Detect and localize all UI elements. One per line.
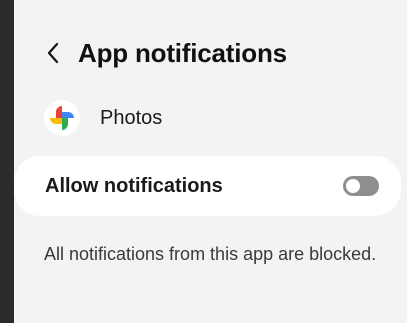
google-photos-pinwheel-icon xyxy=(50,106,74,130)
header: App notifications xyxy=(14,30,394,76)
chevron-left-icon xyxy=(47,42,59,64)
photos-app-icon xyxy=(44,100,80,136)
allow-notifications-toggle[interactable] xyxy=(343,176,379,196)
allow-notifications-label: Allow notifications xyxy=(45,174,223,197)
blocked-description: All notifications from this app are bloc… xyxy=(44,244,377,264)
app-info-row: Photos xyxy=(44,100,162,136)
app-name: Photos xyxy=(100,106,163,129)
back-button[interactable] xyxy=(34,30,72,76)
allow-notifications-row[interactable]: Allow notifications xyxy=(14,156,401,216)
app-notifications-screen: App notifications Photos Allow notificat… xyxy=(14,0,407,323)
toggle-knob xyxy=(346,179,360,193)
page-title: App notifications xyxy=(78,37,287,68)
